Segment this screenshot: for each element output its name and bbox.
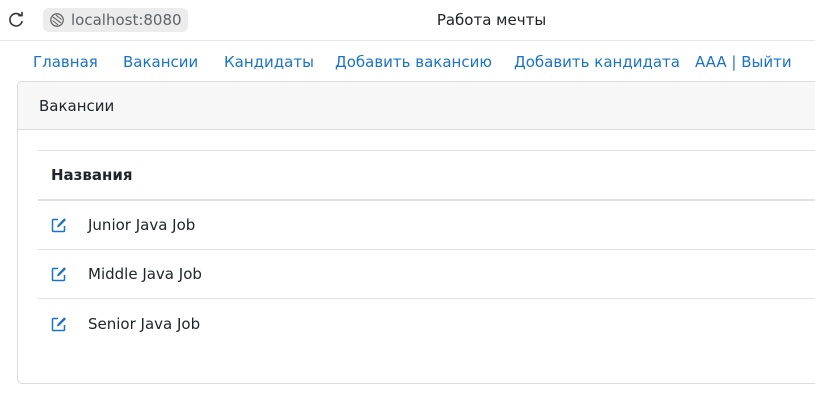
- nav-vacancies[interactable]: Вакансии: [123, 53, 198, 71]
- nav-add-candidate[interactable]: Добавить кандидата: [514, 53, 680, 71]
- edit-icon[interactable]: [51, 217, 67, 233]
- nav-user-logout[interactable]: AAA | Выйти: [695, 53, 792, 71]
- edit-icon[interactable]: [51, 316, 67, 332]
- vacancy-title: Junior Java Job: [88, 216, 196, 234]
- table-row: Junior Java Job: [38, 201, 815, 250]
- vacancies-card: Вакансии Названия Junior Java Job Middle…: [17, 81, 815, 384]
- table-row: Middle Java Job: [38, 250, 815, 299]
- edit-icon[interactable]: [51, 266, 67, 282]
- browser-toolbar: localhost:8080 Работа мечты: [0, 0, 815, 41]
- nav-candidates[interactable]: Кандидаты: [224, 53, 314, 71]
- table-header-title: Названия: [38, 151, 815, 201]
- vacancies-table: Названия Junior Java Job Middle Java Job: [38, 150, 815, 348]
- table-row: Senior Java Job: [38, 299, 815, 348]
- nav-add-vacancy[interactable]: Добавить вакансию: [335, 53, 492, 71]
- nav-home[interactable]: Главная: [33, 53, 98, 71]
- vacancy-title: Middle Java Job: [88, 265, 202, 283]
- card-header: Вакансии: [18, 82, 815, 130]
- tab-title: Работа мечты: [436, 11, 547, 29]
- vacancy-title: Senior Java Job: [88, 314, 201, 333]
